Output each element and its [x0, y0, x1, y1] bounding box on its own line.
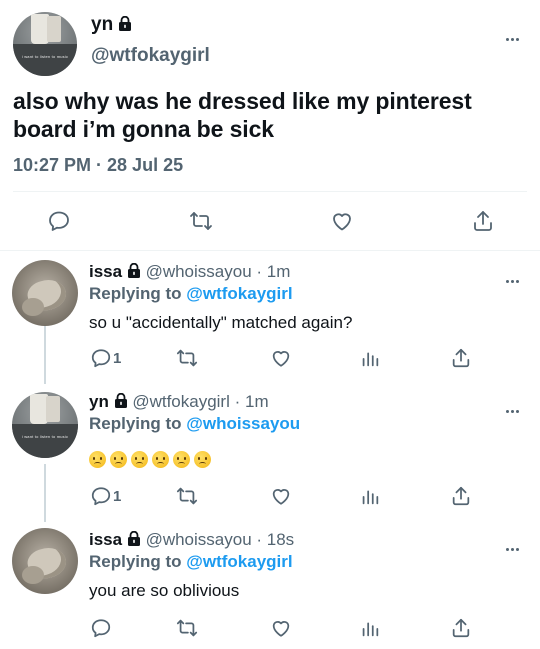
replying-to-mention[interactable]: @wtfokaygirl — [186, 552, 292, 571]
like-icon[interactable] — [270, 347, 292, 369]
analytics-icon[interactable] — [359, 485, 381, 507]
avatar-bag-shape-2 — [46, 396, 60, 422]
author-name-row[interactable]: yn — [91, 14, 132, 36]
share-icon[interactable] — [450, 347, 472, 369]
avatar[interactable]: i want to listen to music — [13, 12, 77, 76]
retweet-icon[interactable] — [176, 347, 198, 369]
lock-icon — [127, 531, 140, 546]
retweet-icon[interactable] — [189, 209, 213, 233]
more-options-icon[interactable] — [506, 270, 524, 283]
lock-icon — [119, 16, 132, 31]
avatar-rock-shape-2 — [22, 566, 44, 584]
replying-to: Replying to @wtfokaygirl — [89, 552, 293, 572]
divider — [13, 191, 527, 192]
reply-icon[interactable] — [90, 617, 112, 639]
share-icon[interactable] — [450, 485, 472, 507]
thread-line — [44, 464, 46, 522]
reply-time[interactable]: · 18s — [256, 530, 294, 549]
replying-to-label: Replying to — [89, 414, 182, 433]
share-icon[interactable] — [471, 209, 495, 233]
replying-to-label: Replying to — [89, 284, 182, 303]
emoji-row — [89, 451, 211, 468]
avatar-base — [13, 44, 77, 76]
lock-icon — [127, 263, 140, 278]
avatar-base — [12, 424, 78, 458]
slightly-frowning-face-emoji — [89, 451, 106, 468]
replying-to: Replying to @whoissayou — [89, 414, 300, 434]
analytics-icon[interactable] — [359, 617, 381, 639]
reply-text: you are so oblivious — [89, 581, 240, 600]
slightly-frowning-face-emoji — [152, 451, 169, 468]
slightly-frowning-face-emoji — [131, 451, 148, 468]
replying-to-mention[interactable]: @wtfokaygirl — [186, 284, 292, 303]
reply-icon[interactable] — [47, 209, 71, 233]
reply-author-handle[interactable]: @wtfokaygirl — [132, 392, 230, 411]
avatar[interactable] — [12, 528, 78, 594]
main-tweet: i want to listen to music yn @wtfokaygir… — [0, 0, 540, 250]
more-options-icon[interactable] — [506, 28, 524, 41]
section-divider — [0, 250, 540, 251]
reply-header: yn @wtfokaygirl · 1m — [89, 392, 269, 412]
lock-icon — [114, 393, 127, 408]
avatar-caption: i want to listen to music — [21, 434, 69, 439]
tweet-text: also why was he dressed like my pinteres… — [13, 88, 472, 142]
author-handle[interactable]: @wtfokaygirl — [91, 45, 210, 67]
like-icon[interactable] — [270, 485, 292, 507]
share-icon[interactable] — [450, 617, 472, 639]
reply-icon[interactable] — [90, 485, 112, 507]
avatar-caption: i want to listen to music — [21, 54, 69, 59]
avatar-rock-shape-2 — [22, 298, 44, 316]
retweet-icon[interactable] — [176, 485, 198, 507]
reply-header: issa @whoissayou · 1m — [89, 262, 290, 282]
reply-author-handle[interactable]: @whoissayou — [146, 530, 252, 549]
thread-line — [44, 326, 46, 384]
reply-count: 1 — [113, 350, 122, 367]
slightly-frowning-face-emoji — [173, 451, 190, 468]
slightly-frowning-face-emoji — [194, 451, 211, 468]
reply-time[interactable]: · 1m — [235, 392, 269, 411]
more-options-icon[interactable] — [506, 400, 524, 413]
replying-to: Replying to @wtfokaygirl — [89, 284, 293, 304]
author-name[interactable]: yn — [91, 14, 113, 35]
reply-author-name[interactable]: issa — [89, 530, 122, 549]
tweet-timestamp[interactable]: 10:27 PM · 28 Jul 25 — [13, 155, 183, 176]
avatar[interactable]: i want to listen to music — [12, 392, 78, 458]
reply-count: 1 — [113, 488, 122, 505]
analytics-icon[interactable] — [359, 347, 381, 369]
more-options-icon[interactable] — [506, 538, 524, 551]
retweet-icon[interactable] — [176, 617, 198, 639]
slightly-frowning-face-emoji — [110, 451, 127, 468]
like-icon[interactable] — [270, 617, 292, 639]
reply-time[interactable]: · 1m — [256, 262, 290, 281]
like-icon[interactable] — [330, 209, 354, 233]
reply-author-name[interactable]: issa — [89, 262, 122, 281]
replying-to-label: Replying to — [89, 552, 182, 571]
replying-to-mention[interactable]: @whoissayou — [186, 414, 300, 433]
avatar[interactable] — [12, 260, 78, 326]
reply-text: so u "accidentally" matched again? — [89, 313, 353, 332]
reply-header: issa @whoissayou · 18s — [89, 530, 294, 550]
reply-author-handle[interactable]: @whoissayou — [146, 262, 252, 281]
avatar-bag-shape-2 — [47, 16, 61, 42]
reply-icon[interactable] — [90, 347, 112, 369]
reply-author-name[interactable]: yn — [89, 392, 109, 411]
